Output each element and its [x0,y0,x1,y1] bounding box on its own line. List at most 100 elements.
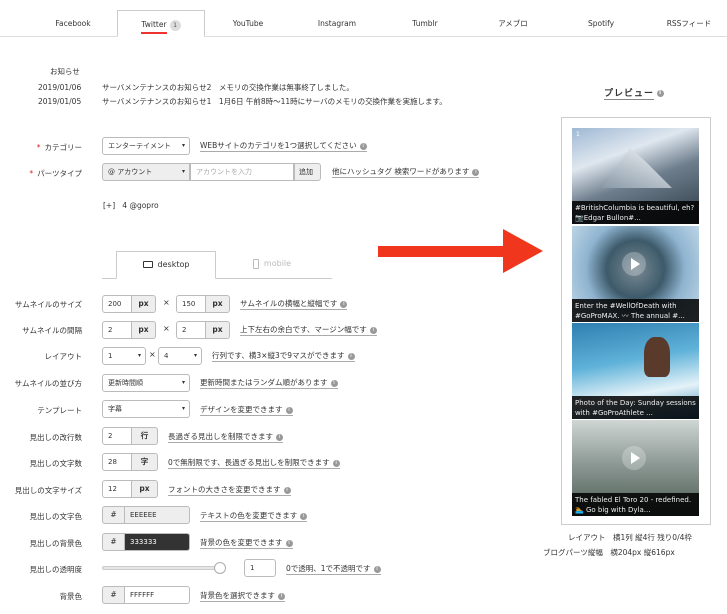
tab-spotify[interactable]: Spotify [568,10,634,37]
help-text: 更新時間またはランダム順があります [200,378,328,387]
cols-value: 1 [108,352,113,360]
info-icon: i [300,512,308,520]
order-select[interactable]: 更新時間順 ▾ [102,374,190,392]
tab-ameblo[interactable]: アメブロ [480,10,546,37]
px-unit: px [132,480,158,498]
opacity-label: 見出しの透明度 [29,565,83,574]
thumb-width-input[interactable]: 200 [102,295,132,313]
char-count-input[interactable]: 28 [102,453,132,471]
category-select[interactable]: エンターテイメント ▾ [102,137,190,155]
char-unit: 字 [132,453,158,471]
parts-type-select[interactable]: @ アカウント ▾ [102,163,190,181]
char-count-help[interactable]: 0で無制限です、長過ぎる見出しを制限できます i [168,458,340,469]
page-bg-help[interactable]: 背景色を選択できます i [200,591,285,602]
layout-rows-select[interactable]: 4 ▾ [158,347,202,365]
expand-toggle[interactable]: [+] [103,201,115,210]
info-icon: i [340,300,348,308]
px-unit: px [206,321,230,339]
order-help[interactable]: 更新時間またはランダム順があります i [200,378,338,389]
card-caption: Photo of the Day: Sunday sessions with #… [572,396,699,419]
tab-desktop[interactable]: desktop [116,251,216,279]
news-title: お知らせ [50,67,80,76]
thumb-size-label: サムネイルのサイズ [14,300,82,309]
help-text: テキストの色を変更できます [200,511,298,520]
font-size-input[interactable]: 12 [102,480,132,498]
required-mark: * [29,169,34,178]
account-input[interactable]: アカウントを入力 [190,163,294,181]
text-color-label: 見出しの文字色 [29,512,83,521]
tab-instagram[interactable]: Instagram [300,10,374,37]
info-icon: i [285,406,293,414]
tab-label: Twitter [141,20,167,34]
category-help[interactable]: WEBサイトのカテゴリを1つ選択してください i [200,141,367,152]
preview-card[interactable]: Photo of the Day: Sunday sessions with #… [572,323,699,419]
card-badge: 1 [576,131,580,138]
order-value: 更新時間順 [108,379,143,387]
layout-cols-select[interactable]: 1 ▾ [102,347,146,365]
card-caption: #BritishColumbia is beautiful, eh?📷Edgar… [572,201,699,224]
line-count-help[interactable]: 長過ぎる見出しを制限できます i [168,432,283,443]
line-count-input[interactable]: 2 [102,427,132,445]
preview-frame: 1 #BritishColumbia is beautiful, eh?📷Edg… [561,117,711,525]
size-stat: ブログパーツ縦幅 横204px 縦616px [543,548,675,557]
category-label: * カテゴリー [2,142,82,153]
tab-label: mobile [263,259,292,268]
preview-card[interactable]: The fabled El Toro 20 - redefined. 🏊 Go … [572,420,699,516]
news-text: サーバメンテナンスのお知らせ2 メモリの交換作業は無事終了しました。 [102,83,354,92]
bg-color-label: 見出しの背景色 [29,539,83,548]
opacity-help[interactable]: 0で透明、1で不透明です i [286,564,381,575]
bg-color-help[interactable]: 背景の色を変更できます i [200,538,293,549]
layout-label: レイアウト [44,352,83,361]
card-image [602,148,672,188]
tab-facebook[interactable]: Facebook [40,10,106,37]
text-color-help[interactable]: テキストの色を変更できます i [200,511,308,522]
tab-label: RSSフィード [666,19,712,28]
template-value: 字幕 [108,405,122,413]
tab-mobile[interactable]: mobile [222,251,322,279]
info-icon: i [285,539,293,547]
news-date: 2019/01/06 [38,83,82,92]
info-icon: i [347,352,355,360]
tab-tumblr[interactable]: Tumblr [392,10,458,37]
times-sign: × [149,350,156,359]
template-select[interactable]: 字幕 ▾ [102,400,190,418]
parts-help[interactable]: 他にハッシュタグ 検索ワードがあります i [332,167,480,178]
help-text: 長過ぎる見出しを制限できます [168,432,273,441]
news-item: 2019/01/05 サーバメンテナンスのお知らせ1 1月6日 午前8時〜11時に… [38,96,447,107]
gap-y-input[interactable]: 2 [176,321,206,339]
help-text: 背景色を選択できます [200,591,275,600]
opacity-slider-handle[interactable] [214,562,226,574]
category-label-text: カテゴリー [44,143,83,152]
add-button[interactable]: 追加 [294,163,321,181]
chevron-down-icon: ▾ [181,379,185,386]
preview-card[interactable]: 1 #BritishColumbia is beautiful, eh?📷Edg… [572,128,699,224]
template-help[interactable]: デザインを変更できます i [200,405,293,416]
opacity-input[interactable]: 1 [244,559,276,577]
thumb-height-input[interactable]: 150 [176,295,206,313]
tab-youtube[interactable]: YouTube [212,10,284,37]
hash-prefix: # [102,533,124,551]
info-icon: i [472,168,480,176]
preview-card[interactable]: Enter the #WellOfDeath with #GoProMAX. 〰… [572,226,699,322]
text-color-input[interactable]: EEEEEE [124,506,190,524]
chevron-down-icon: ▾ [181,142,185,149]
tab-label: Tumblr [412,19,438,28]
bg-color-input[interactable]: 333333 [124,533,190,551]
font-size-help[interactable]: フォントの大きさを変更できます i [168,485,291,496]
tab-label: アメブロ [498,19,528,28]
page-bg-label: 背景色 [59,592,83,601]
account-entry: 4 @gopro [122,201,159,210]
news-date: 2019/01/05 [38,97,82,106]
help-text: デザインを変更できます [200,405,283,414]
gap-x-input[interactable]: 2 [102,321,132,339]
opacity-slider-track[interactable] [102,566,222,570]
thumb-gap-help[interactable]: 上下左右の余白です、マージン幅です i [240,325,377,336]
layout-help[interactable]: 行列です、横3×縦3で9マスができます i [212,351,355,362]
thumb-size-help[interactable]: サムネイルの横幅と縦幅です i [240,299,348,310]
info-icon: i [369,326,377,334]
tab-twitter[interactable]: Twitter 1 [117,10,205,37]
tab-label: Facebook [55,19,91,28]
preview-title: プレビュー i [604,86,665,100]
tab-rss[interactable]: RSSフィード [656,10,722,37]
page-bg-input[interactable]: FFFFFF [124,586,190,604]
